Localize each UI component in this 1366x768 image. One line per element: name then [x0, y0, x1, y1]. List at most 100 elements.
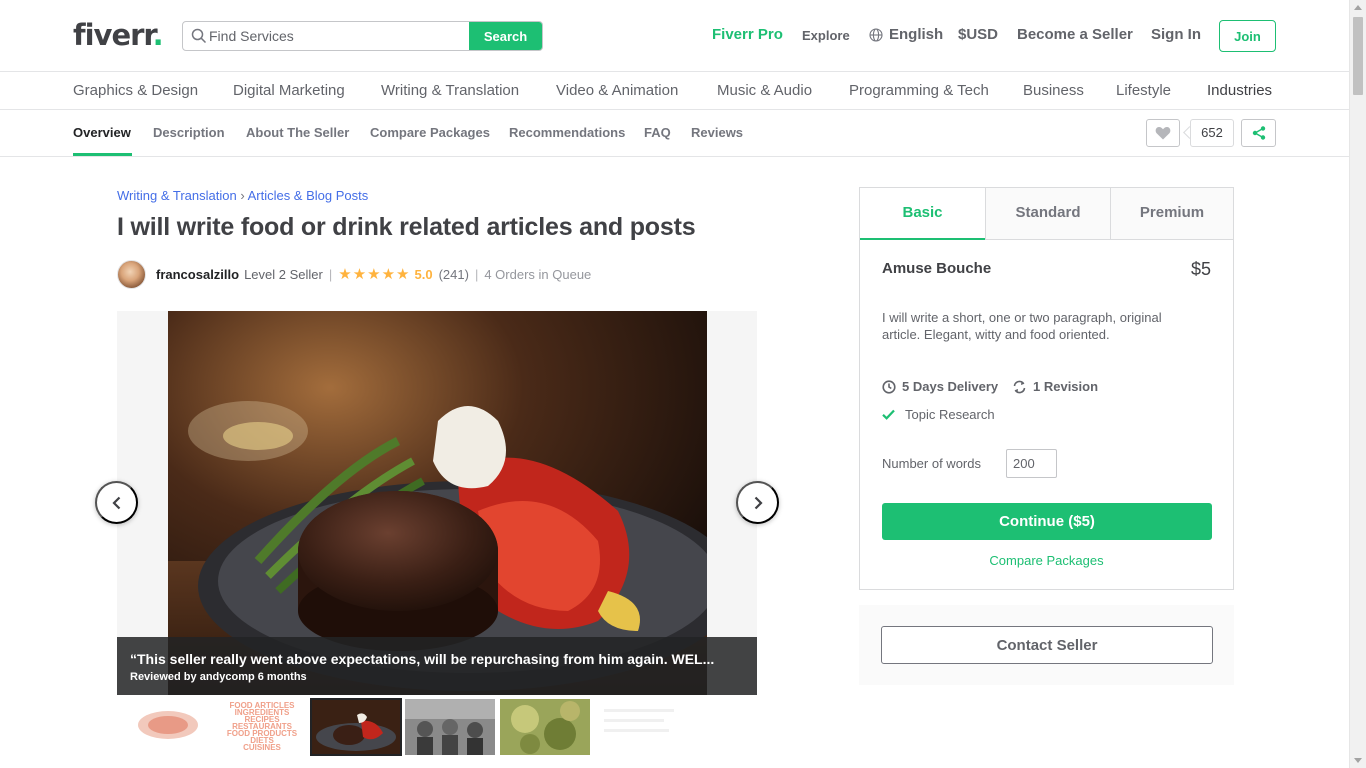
globe-icon: [869, 27, 883, 42]
category-video-animation[interactable]: Video & Animation: [556, 82, 678, 99]
tab-about-seller[interactable]: About The Seller: [246, 125, 349, 140]
page-scrollbar[interactable]: [1349, 0, 1366, 768]
heart-icon: [1155, 126, 1171, 140]
package-feature: Topic Research: [882, 407, 995, 422]
join-button[interactable]: Join: [1219, 20, 1276, 52]
gig-title: I will write food or drink related artic…: [117, 213, 696, 241]
divider: |: [328, 266, 333, 282]
top-header: fiverr. Search Fiverr Pro Explore Englis…: [0, 0, 1349, 72]
words-label: Number of words: [882, 456, 981, 471]
seller-overview: francosalzillo Level 2 Seller | ★★★★★ 5.…: [117, 259, 591, 289]
search-icon: [191, 28, 207, 44]
contact-seller-panel: Contact Seller: [859, 605, 1234, 685]
divider: |: [474, 266, 479, 282]
fiverr-logo[interactable]: fiverr.: [73, 18, 164, 52]
compare-packages-link[interactable]: Compare Packages: [860, 553, 1233, 568]
thumbnail-image: [500, 699, 590, 755]
package-card: Basic Standard Premium Amuse Bouche $5 I…: [859, 187, 1234, 590]
refresh-icon: [1013, 380, 1026, 393]
thumb-text-line: CUISINES: [243, 743, 281, 752]
star-rating-icons: ★★★★★: [338, 266, 411, 283]
scroll-up-arrow[interactable]: [1354, 5, 1362, 10]
share-icon: [1252, 126, 1265, 140]
thumbnail[interactable]: [405, 699, 495, 755]
category-programming-tech[interactable]: Programming & Tech: [849, 82, 989, 99]
logo-dot: .: [152, 18, 164, 52]
favorite-button[interactable]: [1146, 119, 1180, 147]
search-input[interactable]: [209, 22, 471, 50]
checkmark-icon: [882, 409, 895, 420]
thumbnail-text-card[interactable]: FOOD ARTICLES INGREDIENTS RECIPES RESTAU…: [217, 699, 307, 755]
chevron-left-icon: [111, 496, 120, 509]
tab-reviews[interactable]: Reviews: [691, 125, 743, 140]
revisions: 1 Revision: [1012, 379, 1098, 394]
seller-level: Level 2 Seller: [244, 266, 323, 282]
gallery-next-button[interactable]: [736, 481, 779, 524]
contact-seller-button[interactable]: Contact Seller: [881, 626, 1213, 664]
package-price: $5: [1190, 259, 1211, 279]
sign-in-link[interactable]: Sign In: [1151, 26, 1201, 43]
currency-selector[interactable]: $USD: [958, 26, 998, 43]
category-nav: Graphics & Design Digital Marketing Writ…: [0, 72, 1349, 110]
tab-recommendations[interactable]: Recommendations: [509, 125, 625, 140]
gig-sub-nav: Overview Description About The Seller Co…: [0, 110, 1349, 157]
delivery-time: 5 Days Delivery: [882, 379, 998, 394]
category-industries[interactable]: Industries: [1207, 82, 1272, 99]
category-music-audio[interactable]: Music & Audio: [717, 82, 812, 99]
category-writing-translation[interactable]: Writing & Translation: [381, 82, 519, 99]
active-tab-underline: [73, 153, 132, 156]
gallery-thumbnails: FOOD ARTICLES INGREDIENTS RECIPES RESTAU…: [117, 698, 697, 756]
share-button[interactable]: [1241, 119, 1276, 147]
logo-text: fiverr: [73, 18, 154, 52]
revisions-label: 1 Revision: [1033, 379, 1099, 394]
favorites-count: 652: [1190, 119, 1234, 147]
review-quote-overlay: “This seller really went above expectati…: [117, 637, 757, 695]
category-digital-marketing[interactable]: Digital Marketing: [233, 82, 345, 99]
continue-button[interactable]: Continue ($5): [882, 503, 1212, 540]
package-tab-premium[interactable]: Premium: [1110, 188, 1233, 240]
tab-overview[interactable]: Overview: [73, 125, 131, 140]
feature-label: Topic Research: [905, 407, 995, 422]
clock-icon: [882, 379, 896, 394]
language-label: English: [889, 26, 944, 43]
review-quote-author: Reviewed by andycomp 6 months: [130, 671, 307, 683]
chevron-right-icon: [754, 496, 763, 509]
tab-faq[interactable]: FAQ: [644, 125, 671, 140]
thumbnail[interactable]: [500, 699, 590, 755]
search-button[interactable]: Search: [469, 22, 542, 50]
category-lifestyle[interactable]: Lifestyle: [1116, 82, 1171, 99]
explore-link[interactable]: Explore: [802, 28, 850, 43]
review-quote-text: “This seller really went above expectati…: [130, 651, 715, 667]
tab-description[interactable]: Description: [153, 125, 225, 140]
thumbnail-image: [123, 699, 213, 755]
delivery-label: 5 Days Delivery: [902, 379, 999, 394]
breadcrumb-writing-translation[interactable]: Writing & Translation: [117, 188, 237, 203]
thumbnail-selected[interactable]: [310, 698, 402, 756]
fiverr-pro-link[interactable]: Fiverr Pro: [712, 26, 783, 43]
scrollbar-thumb[interactable]: [1353, 17, 1363, 95]
scroll-down-arrow[interactable]: [1354, 758, 1362, 763]
thumbnail[interactable]: [123, 699, 213, 755]
package-description: I will write a short, one or two paragra…: [882, 310, 1162, 342]
category-business[interactable]: Business: [1023, 82, 1084, 99]
thumbnail-image: [311, 699, 401, 755]
seller-avatar[interactable]: [117, 259, 146, 289]
package-tab-basic[interactable]: Basic: [860, 188, 985, 240]
language-selector[interactable]: English: [869, 26, 943, 43]
rating-score: 5.0: [414, 266, 433, 282]
seller-name[interactable]: francosalzillo: [156, 267, 239, 282]
package-tab-standard[interactable]: Standard: [985, 188, 1110, 240]
search-bar: Search: [182, 21, 543, 51]
thumbnail[interactable]: [594, 699, 684, 755]
package-name: Amuse Bouche: [882, 260, 992, 277]
category-graphics-design[interactable]: Graphics & Design: [73, 82, 198, 99]
package-tabs: Basic Standard Premium: [860, 188, 1233, 240]
gallery-prev-button[interactable]: [95, 481, 138, 524]
thumbnail-image: [594, 699, 684, 755]
tab-compare-packages[interactable]: Compare Packages: [370, 125, 490, 140]
breadcrumb-separator: ›: [240, 188, 245, 203]
become-seller-link[interactable]: Become a Seller: [1017, 26, 1133, 43]
ratings-count[interactable]: (241): [439, 267, 469, 282]
breadcrumb-articles-blog-posts[interactable]: Articles & Blog Posts: [248, 188, 369, 203]
words-input[interactable]: [1006, 449, 1057, 478]
